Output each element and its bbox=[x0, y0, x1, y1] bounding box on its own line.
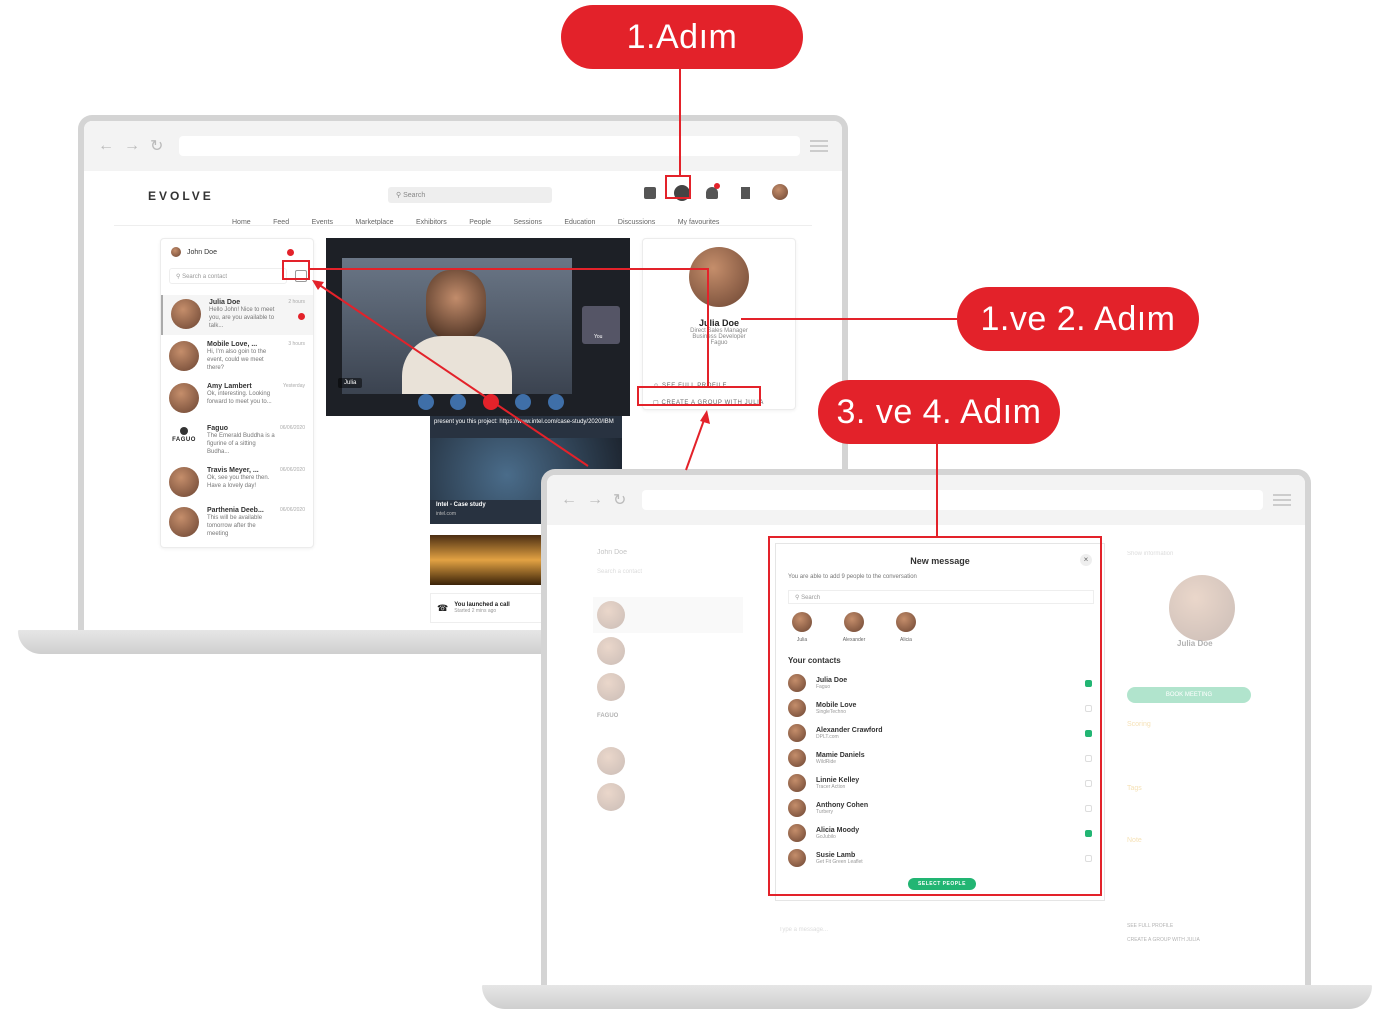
arrow-head bbox=[312, 280, 324, 290]
arrows-overlay bbox=[312, 280, 710, 471]
arrow-line bbox=[685, 419, 705, 471]
arrow-line bbox=[317, 283, 589, 467]
arrow-head bbox=[700, 410, 710, 424]
